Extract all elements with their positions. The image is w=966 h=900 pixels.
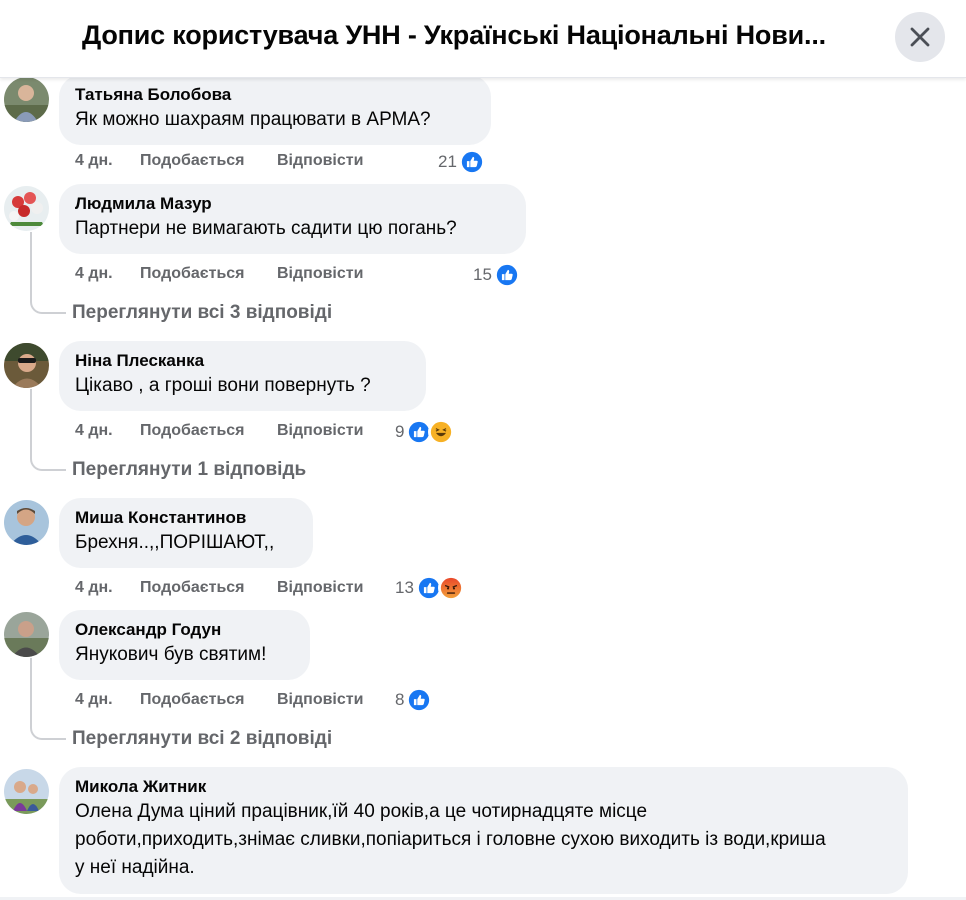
- comment-author[interactable]: Ніна Плесканка: [75, 350, 410, 372]
- comment-time[interactable]: 4 дн.: [75, 152, 113, 170]
- like-reaction-icon: [458, 149, 485, 175]
- reaction-summary[interactable]: 21: [438, 149, 485, 175]
- comment-actions: 4 дн. Подобається Відповісти: [75, 691, 375, 713]
- avatar[interactable]: [4, 769, 49, 814]
- dialog-header: Допис користувача УНН - Українські Націо…: [0, 0, 966, 78]
- comment-actions: 4 дн. Подобається Відповісти: [75, 152, 375, 174]
- like-button[interactable]: Подобається: [140, 691, 245, 709]
- view-replies-link[interactable]: Переглянути всі 2 відповіді: [72, 728, 332, 750]
- comment-author[interactable]: Миша Константинов: [75, 507, 297, 529]
- reaction-count: 9: [395, 422, 405, 441]
- comment-bubble: Олександр Годун Янукович був святим!: [59, 610, 310, 680]
- comment-bubble: Людмила Мазур Партнери не вимагають сади…: [59, 184, 526, 254]
- comment-time[interactable]: 4 дн.: [75, 579, 113, 597]
- reply-thread-line: [30, 232, 66, 314]
- avatar[interactable]: [4, 186, 49, 231]
- comment-text: Брехня..,,ПОРІШАЮТ,,: [75, 532, 275, 553]
- comment-text: Як можно шахраям працювати в АРМА?: [75, 109, 431, 130]
- avatar[interactable]: [4, 500, 49, 545]
- comment-author[interactable]: Людмила Мазур: [75, 193, 510, 215]
- dialog-title: Допис користувача УНН - Українські Націо…: [82, 20, 826, 50]
- reply-button[interactable]: Відповісти: [277, 152, 363, 170]
- comment-text: Партнери не вимагають садити цю погань?: [75, 218, 457, 239]
- view-replies-link[interactable]: Переглянути 1 відповідь: [72, 459, 306, 481]
- comment-text: Цікаво , а гроші вони повернуть ?: [75, 375, 371, 396]
- comment-time[interactable]: 4 дн.: [75, 691, 113, 709]
- like-button[interactable]: Подобається: [140, 265, 245, 283]
- like-button[interactable]: Подобається: [140, 152, 245, 170]
- reaction-summary[interactable]: 13: [395, 575, 464, 601]
- comment-bubble: Миша Константинов Брехня..,,ПОРІШАЮТ,,: [59, 498, 313, 568]
- reply-thread-line: [30, 658, 66, 740]
- reaction-summary[interactable]: 15: [473, 262, 520, 288]
- like-button[interactable]: Подобається: [140, 579, 245, 597]
- reply-button[interactable]: Відповісти: [277, 422, 363, 440]
- avatar[interactable]: [4, 612, 49, 657]
- comment-actions: 4 дн. Подобається Відповісти: [75, 579, 375, 601]
- reaction-count: 15: [473, 265, 492, 284]
- comment-actions: 4 дн. Подобається Відповісти: [75, 265, 375, 287]
- comment-bubble: Татьяна Болобова Як можно шахраям працюв…: [59, 75, 491, 145]
- reaction-count: 21: [438, 152, 457, 171]
- reaction-summary[interactable]: 9: [395, 419, 455, 445]
- reaction-count: 8: [395, 690, 405, 709]
- reply-button[interactable]: Відповісти: [277, 579, 363, 597]
- haha-reaction-icon: [428, 419, 455, 445]
- close-button[interactable]: [895, 12, 945, 62]
- comment-bubble: Микола Житник Олена Дума ціний працівник…: [59, 767, 908, 894]
- like-button[interactable]: Подобається: [140, 422, 245, 440]
- comment-bubble: Ніна Плесканка Цікаво , а гроші вони пов…: [59, 341, 426, 411]
- like-reaction-icon: [493, 262, 520, 288]
- avatar[interactable]: [4, 77, 49, 122]
- view-replies-link[interactable]: Переглянути всі 3 відповіді: [72, 302, 332, 324]
- comment-text: Янукович був святим!: [75, 644, 267, 665]
- reaction-summary[interactable]: 8: [395, 687, 433, 713]
- comment-author[interactable]: Олександр Годун: [75, 619, 294, 641]
- reply-button[interactable]: Відповісти: [277, 691, 363, 709]
- avatar[interactable]: [4, 343, 49, 388]
- comment-text: Олена Дума ціний працівник,їй 40 років,а…: [75, 801, 826, 878]
- comment-actions: 4 дн. Подобається Відповісти: [75, 422, 375, 444]
- close-icon: [910, 27, 930, 47]
- comment-time[interactable]: 4 дн.: [75, 265, 113, 283]
- comment-time[interactable]: 4 дн.: [75, 422, 113, 440]
- like-reaction-icon: [406, 687, 433, 713]
- angry-reaction-icon: [437, 575, 464, 601]
- reaction-count: 13: [395, 578, 414, 597]
- reply-thread-line: [30, 389, 66, 471]
- comment-author[interactable]: Татьяна Болобова: [75, 84, 475, 106]
- comment-author[interactable]: Микола Житник: [75, 776, 892, 798]
- reply-button[interactable]: Відповісти: [277, 265, 363, 283]
